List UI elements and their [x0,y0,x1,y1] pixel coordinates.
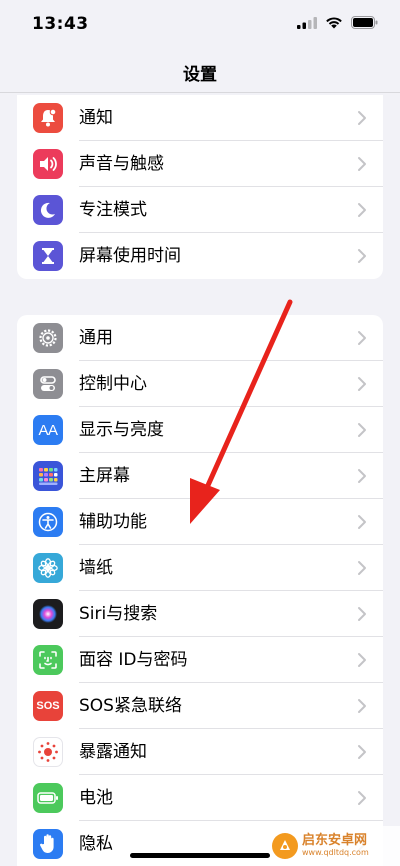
chevron-right-icon [358,699,366,713]
settings-row-focus[interactable]: 专注模式 [17,187,383,233]
watermark: 启东安卓网 www.qdltdq.com [272,826,400,866]
siri-icon [33,599,63,629]
cellular-signal-icon [297,16,317,29]
status-icons [297,16,378,29]
row-label: 屏幕使用时间 [79,246,181,266]
chevron-right-icon [358,423,366,437]
chevron-right-icon [358,607,366,621]
row-label: 通用 [79,328,113,348]
watermark-logo-icon [272,833,298,859]
row-label: Siri与搜索 [79,604,158,624]
sos-icon: SOS [33,691,63,721]
settings-row-emergency-sos[interactable]: SOS SOS紧急联络 [17,683,383,729]
settings-row-battery[interactable]: 电池 [17,775,383,821]
row-label: 隐私 [79,834,113,854]
row-label: SOS紧急联络 [79,696,182,716]
chevron-right-icon [358,515,366,529]
hourglass-icon [33,241,63,271]
speaker-icon [33,149,63,179]
settings-row-control-center[interactable]: 控制中心 [17,361,383,407]
chevron-right-icon [358,791,366,805]
watermark-url: www.qdltdq.com [302,847,369,857]
settings-row-accessibility[interactable]: 辅助功能 [17,499,383,545]
row-label: 显示与亮度 [79,420,164,440]
chevron-right-icon [358,561,366,575]
chevron-right-icon [358,331,366,345]
status-time: 13:43 [32,14,89,34]
watermark-text: 启东安卓网 www.qdltdq.com [302,834,369,857]
chevron-right-icon [358,653,366,667]
row-label: 通知 [79,108,113,128]
bell-icon [33,103,63,133]
row-label: 面容 ID与密码 [79,650,188,670]
watermark-title: 启东安卓网 [302,833,368,849]
row-label: 声音与触感 [79,154,164,174]
settings-row-exposure-notifications[interactable]: 暴露通知 [17,729,383,775]
row-label: 暴露通知 [79,742,147,762]
chevron-right-icon [358,745,366,759]
home-indicator[interactable] [130,853,270,858]
row-label: 主屏幕 [79,466,130,486]
row-label: 辅助功能 [79,512,147,532]
accessibility-icon [33,507,63,537]
moon-icon [33,195,63,225]
face-id-icon [33,645,63,675]
row-label: 墙纸 [79,558,113,578]
settings-row-screen-time[interactable]: 屏幕使用时间 [17,233,383,279]
row-label: 专注模式 [79,200,147,220]
toggles-icon [33,369,63,399]
text-size-icon: AA [33,415,63,445]
chevron-right-icon [358,157,366,171]
status-bar: 13:43 [0,0,400,50]
battery-status-icon [351,16,378,29]
settings-row-sounds[interactable]: 声音与触感 [17,141,383,187]
settings-row-wallpaper[interactable]: 墙纸 [17,545,383,591]
chevron-right-icon [358,203,366,217]
row-label: 控制中心 [79,374,147,394]
settings-row-notifications[interactable]: 通知 [17,95,383,141]
settings-group-1: 通知 声音与触感 专注模式 屏幕使用时间 [17,95,383,279]
settings-row-display[interactable]: AA 显示与亮度 [17,407,383,453]
flower-icon [33,553,63,583]
gear-icon [33,323,63,353]
settings-row-siri[interactable]: Siri与搜索 [17,591,383,637]
wifi-icon [326,17,342,29]
page-title: 设置 [183,65,217,85]
hand-icon [33,829,63,859]
nav-divider [0,92,400,93]
chevron-right-icon [358,469,366,483]
grid-icon [33,461,63,491]
settings-row-home-screen[interactable]: 主屏幕 [17,453,383,499]
chevron-right-icon [358,377,366,391]
chevron-right-icon [358,249,366,263]
settings-row-face-id[interactable]: 面容 ID与密码 [17,637,383,683]
settings-group-2: 通用 控制中心 AA 显示与亮度 主屏幕 辅助功能 墙纸 Siri与搜索 面容 … [17,315,383,866]
chevron-right-icon [358,111,366,125]
battery-icon [33,783,63,813]
row-label: 电池 [79,788,113,808]
settings-row-general[interactable]: 通用 [17,315,383,361]
exposure-icon [33,737,63,767]
